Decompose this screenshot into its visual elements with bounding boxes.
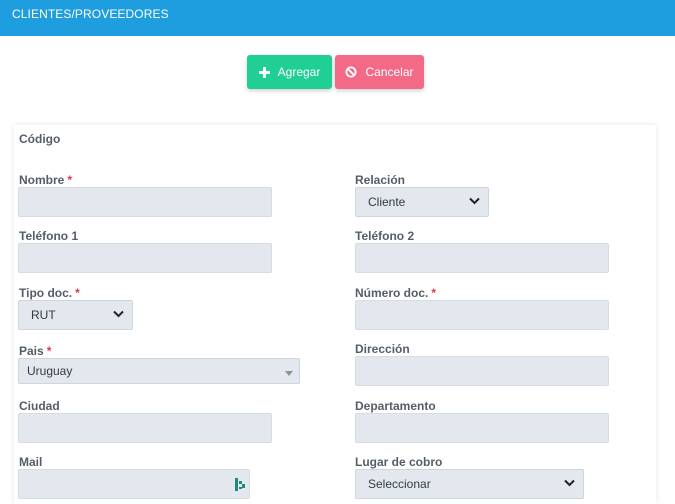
tipodoc-label-text: Tipo doc. [19,286,73,300]
mail-input[interactable] [18,469,250,499]
mail-label: Mail [19,455,43,469]
tipodoc-value: RUT [31,308,56,322]
required-mark: * [67,173,73,187]
plus-icon [258,66,270,78]
telefono1-label: Teléfono 1 [19,229,79,243]
relacion-select[interactable]: Cliente [355,187,489,217]
direccion-label: Dirección [355,342,410,356]
chevron-down-icon [113,310,124,318]
add-button[interactable]: Agregar [247,55,332,89]
tipodoc-label: Tipo doc. * [19,286,80,300]
password-manager-icon[interactable] [235,478,245,491]
codigo-label: Código [19,132,61,146]
numerodoc-label: Número doc. * [355,286,436,300]
departamento-input[interactable] [355,413,609,443]
nombre-input[interactable] [18,187,272,217]
required-mark: * [75,286,80,300]
ciudad-input[interactable] [18,413,272,443]
departamento-label: Departamento [355,399,436,413]
direccion-input[interactable] [355,356,609,386]
chevron-down-icon [469,197,480,205]
client-form: Código Nombre * Relación Cliente Teléfono… [14,125,656,504]
pais-label-text: Pais [19,344,44,358]
add-button-label: Agregar [277,65,321,79]
relacion-value: Cliente [368,195,406,209]
chevron-down-icon [564,479,575,487]
lugarcobro-value: Seleccionar [368,477,431,491]
nombre-label-text: Nombre [19,173,65,187]
lugarcobro-label: Lugar de cobro [355,455,443,469]
caret-down-icon [285,371,293,376]
telefono1-input[interactable] [18,243,272,273]
required-mark: * [46,344,52,358]
nombre-label: Nombre * [19,173,72,187]
ciudad-label: Ciudad [19,399,60,413]
pais-select[interactable]: Uruguay [18,358,300,384]
ban-icon [345,66,357,78]
telefono2-input[interactable] [355,243,609,273]
page-title: CLIENTES/PROVEEDORES [12,7,169,21]
cancel-button-label: Cancelar [365,65,414,79]
lugarcobro-select[interactable]: Seleccionar [355,469,584,499]
pais-label: Pais * [19,344,51,358]
numerodoc-input[interactable] [355,300,609,330]
numerodoc-label-text: Número doc. [355,286,429,300]
cancel-button[interactable]: Cancelar [335,55,424,89]
relacion-label: Relación [355,173,406,187]
header-bar: CLIENTES/PROVEEDORES [0,0,675,36]
tipodoc-select[interactable]: RUT [18,300,133,330]
telefono2-label: Teléfono 2 [355,229,415,243]
pais-value: Uruguay [27,364,73,378]
required-mark: * [431,286,437,300]
